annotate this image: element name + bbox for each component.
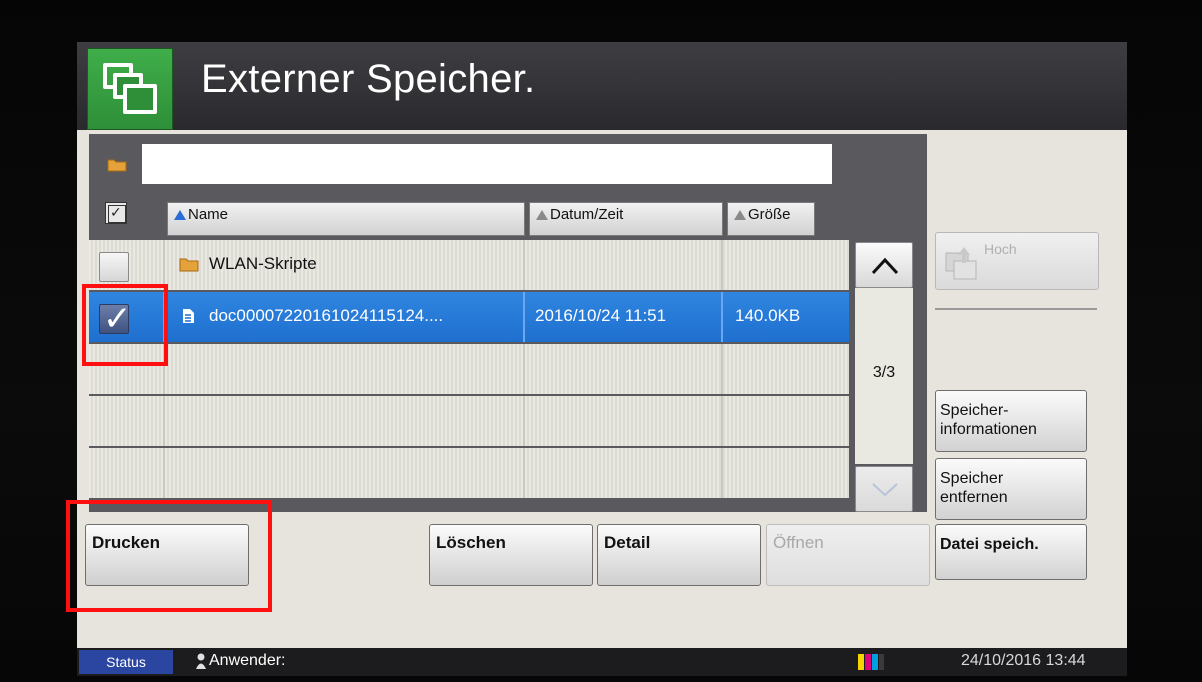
- column-divider: [721, 240, 723, 290]
- highlight-box: [66, 500, 272, 612]
- column-divider: [523, 396, 525, 446]
- scroll-track: 3/3: [855, 288, 913, 464]
- row-checkbox[interactable]: [99, 252, 129, 282]
- file-list-panel: ✓ Name Datum/Zeit Größe WLAN-Skripte ✓ d…: [89, 134, 927, 512]
- status-datetime: 24/10/2016 13:44: [961, 652, 1086, 669]
- column-divider: [721, 448, 723, 498]
- column-divider: [721, 344, 723, 394]
- user-label: Anwender:: [209, 652, 286, 669]
- column-divider: [721, 396, 723, 446]
- remove-storage-button[interactable]: Speicher entfernen: [935, 458, 1087, 520]
- path-bar: [89, 134, 927, 190]
- scroll-column: 3/3: [849, 240, 927, 512]
- highlight-box: [82, 284, 168, 366]
- column-divider: [523, 292, 525, 342]
- scroll-down-button[interactable]: [855, 466, 913, 512]
- column-datetime-label: Datum/Zeit: [550, 206, 624, 223]
- list-item-empty: [89, 344, 849, 394]
- file-icon: [181, 308, 195, 329]
- divider: [935, 308, 1097, 310]
- storage-info-button[interactable]: Speicher- informationen: [935, 390, 1087, 452]
- chevron-down-icon: [872, 483, 898, 497]
- sort-by-datetime-button[interactable]: Datum/Zeit: [529, 202, 723, 236]
- toner-icon: [858, 654, 884, 670]
- file-datetime: 2016/10/24 11:51: [535, 306, 667, 325]
- hoch-button[interactable]: Hoch: [935, 232, 1099, 290]
- folder-up-icon: [945, 247, 977, 280]
- column-name-label: Name: [188, 206, 229, 223]
- user-icon: [195, 652, 207, 675]
- column-divider: [163, 240, 165, 290]
- column-divider: [523, 240, 525, 290]
- file-size: 140.0KB: [735, 306, 801, 325]
- list-item-selected[interactable]: ✓ doc00007220161024115124.... 2016/10/24…: [89, 292, 849, 342]
- folder-icon: [179, 256, 199, 277]
- column-divider: [163, 448, 165, 498]
- path-field[interactable]: [142, 144, 832, 184]
- list-header: ✓ Name Datum/Zeit Größe: [89, 196, 927, 236]
- delete-button[interactable]: Löschen: [429, 524, 593, 586]
- status-button[interactable]: Status: [79, 650, 173, 674]
- folder-stack-icon: [87, 48, 173, 130]
- hoch-label: Hoch: [984, 241, 1017, 257]
- column-divider: [523, 448, 525, 498]
- file-list: WLAN-Skripte ✓ doc00007220161024115124..…: [89, 240, 849, 512]
- sort-ascending-icon: [536, 210, 548, 220]
- page-indicator: 3/3: [872, 364, 896, 381]
- column-divider: [163, 396, 165, 446]
- list-item-empty: [89, 448, 849, 498]
- file-name: doc00007220161024115124....: [209, 306, 444, 325]
- column-divider: [523, 344, 525, 394]
- status-bar: Status Anwender: 24/10/2016 13:44: [77, 648, 1127, 676]
- scroll-up-button[interactable]: [855, 242, 913, 288]
- column-size-label: Größe: [748, 206, 791, 223]
- right-column: Hoch Speicher- informationen Speicher en…: [933, 134, 1127, 580]
- list-item-empty: [89, 396, 849, 446]
- open-button[interactable]: Öffnen: [766, 524, 930, 586]
- sort-by-size-button[interactable]: Größe: [727, 202, 815, 236]
- column-divider: [721, 292, 723, 342]
- file-name: WLAN-Skripte: [209, 254, 317, 273]
- title-bar: Externer Speicher.: [77, 42, 1127, 130]
- folder-icon: [107, 158, 127, 177]
- detail-button[interactable]: Detail: [597, 524, 761, 586]
- chevron-up-icon: [871, 257, 899, 275]
- sort-ascending-icon: [734, 210, 746, 220]
- list-item[interactable]: WLAN-Skripte: [89, 240, 849, 290]
- sort-by-name-button[interactable]: Name: [167, 202, 525, 236]
- page-title: Externer Speicher.: [201, 57, 536, 101]
- sort-ascending-icon: [174, 210, 186, 220]
- select-all-checkbox[interactable]: ✓: [105, 202, 127, 224]
- save-file-button[interactable]: Datei speich.: [935, 524, 1087, 580]
